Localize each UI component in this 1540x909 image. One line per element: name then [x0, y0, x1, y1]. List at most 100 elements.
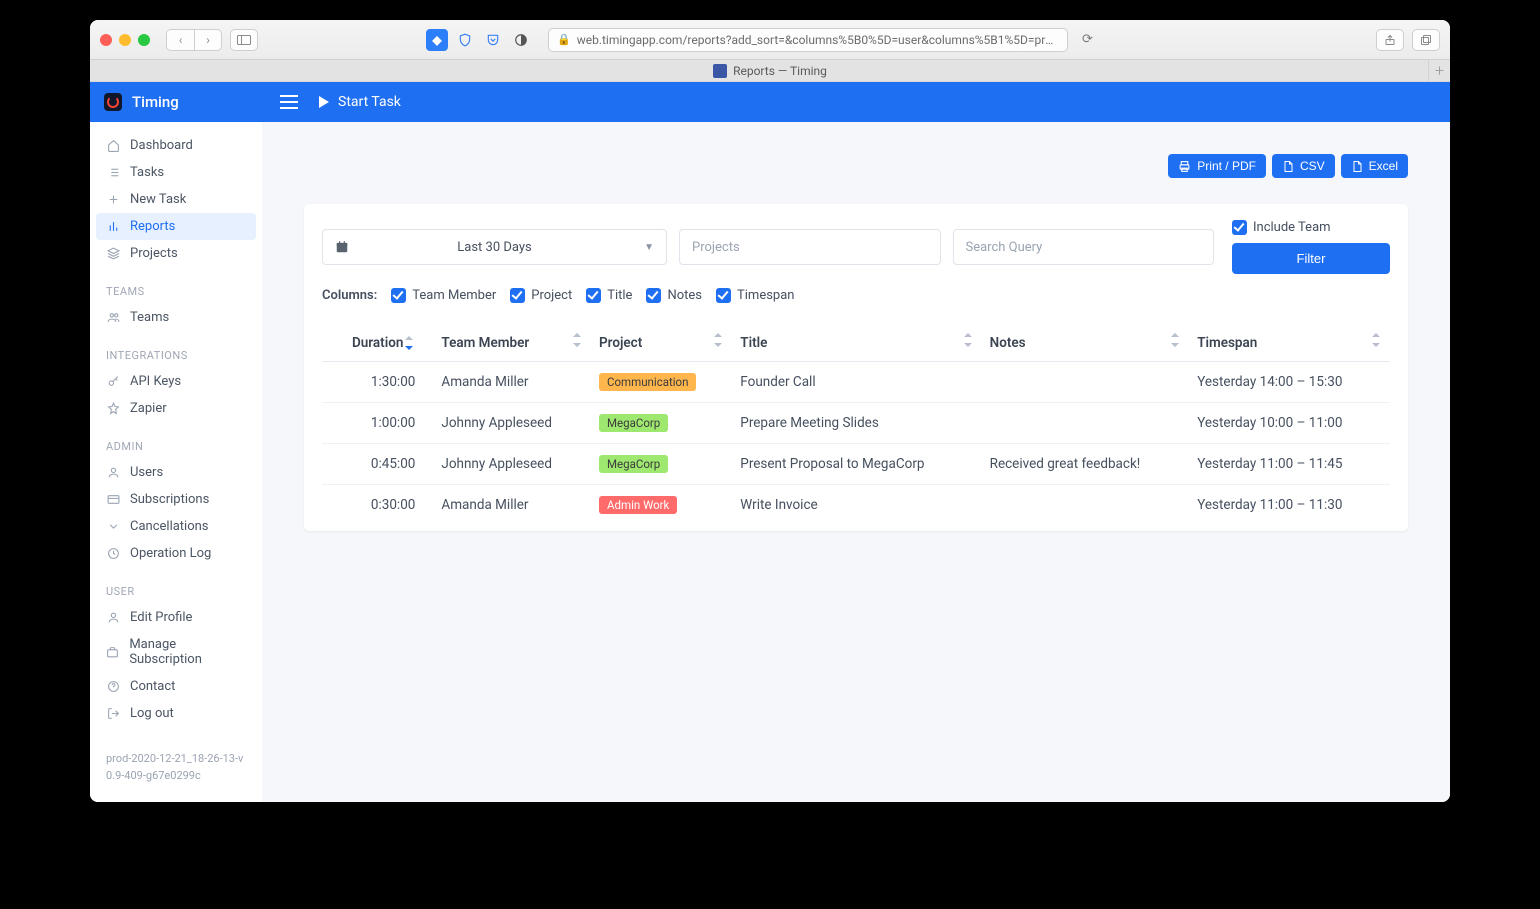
- sidebar-item-tasks[interactable]: Tasks: [90, 159, 262, 186]
- table-row[interactable]: 0:45:00Johnny AppleseedMegaCorpPresent P…: [322, 444, 1390, 485]
- printer-icon: [1178, 160, 1191, 173]
- sidebar-item-subscriptions[interactable]: Subscriptions: [90, 486, 262, 513]
- cell-duration: 1:00:00: [322, 403, 433, 444]
- sidebar-item-label: Zapier: [130, 401, 167, 416]
- excel-button[interactable]: Excel: [1341, 154, 1408, 178]
- share-button[interactable]: [1376, 29, 1404, 51]
- sidebar-item-zapier[interactable]: Zapier: [90, 395, 262, 422]
- search-input-wrap: [953, 229, 1215, 265]
- th-project[interactable]: Project: [591, 325, 732, 362]
- th-title[interactable]: Title: [732, 325, 981, 362]
- th-notes[interactable]: Notes: [982, 325, 1190, 362]
- show-sidebar-button[interactable]: [230, 29, 258, 51]
- sidebar-item-reports[interactable]: Reports: [96, 213, 256, 240]
- sidebar-item-label: Projects: [130, 246, 178, 261]
- sidebar-item-edit-profile[interactable]: Edit Profile: [90, 604, 262, 631]
- sidebar-item-label: Reports: [130, 219, 175, 234]
- th-title-label: Title: [740, 335, 767, 351]
- checkbox-checked-icon: [646, 288, 661, 303]
- sidebar-item-api-keys[interactable]: API Keys: [90, 368, 262, 395]
- brand-name: Timing: [132, 93, 179, 111]
- maximize-window-icon[interactable]: [138, 34, 150, 46]
- csv-button[interactable]: CSV: [1272, 154, 1335, 178]
- cell-timespan: Yesterday 10:00 – 11:00: [1189, 403, 1390, 444]
- col-notes-label: Notes: [667, 288, 702, 303]
- col-timespan-checkbox[interactable]: Timespan: [716, 288, 794, 303]
- address-bar[interactable]: 🔒 web.timingapp.com/reports?add_sort=&co…: [548, 28, 1068, 52]
- sidebar-item-contact[interactable]: Contact: [90, 673, 262, 700]
- sidebar-section-teams: TEAMS: [90, 267, 262, 304]
- sidebar-item-new-task[interactable]: New Task: [90, 186, 262, 213]
- chrome-right-buttons: [1376, 29, 1440, 51]
- col-title-checkbox[interactable]: Title: [586, 288, 632, 303]
- include-team-checkbox[interactable]: Include Team: [1232, 220, 1390, 235]
- sidebar-item-manage-subscription[interactable]: Manage Subscription: [90, 631, 262, 673]
- sort-icon: [714, 335, 724, 345]
- th-timespan[interactable]: Timespan: [1189, 325, 1390, 362]
- close-window-icon[interactable]: [100, 34, 112, 46]
- sidebar-item-label: Tasks: [130, 165, 164, 180]
- th-team-member[interactable]: Team Member: [433, 325, 591, 362]
- address-url: web.timingapp.com/reports?add_sort=&colu…: [577, 33, 1059, 47]
- cell-notes: [982, 362, 1190, 403]
- toolbar-extensions: ◆: [426, 29, 532, 51]
- cell-project: MegaCorp: [591, 444, 732, 485]
- projects-input[interactable]: [692, 240, 928, 255]
- cell-timespan: Yesterday 11:00 – 11:45: [1189, 444, 1390, 485]
- sidebar-item-label: Subscriptions: [130, 492, 209, 507]
- table-row[interactable]: 0:30:00Amanda MillerAdmin WorkWrite Invo…: [322, 485, 1390, 526]
- extension-shield-icon[interactable]: [454, 29, 476, 51]
- sidebar-section-integrations: INTEGRATIONS: [90, 331, 262, 368]
- logout-icon: [106, 707, 120, 720]
- col-project-label: Project: [531, 288, 572, 303]
- key-icon: [106, 375, 120, 388]
- date-range-dropdown[interactable]: Last 30 Days ▼: [322, 229, 667, 265]
- table-row[interactable]: 1:00:00Johnny AppleseedMegaCorpPrepare M…: [322, 403, 1390, 444]
- col-notes-checkbox[interactable]: Notes: [646, 288, 702, 303]
- sort-icon: [1372, 335, 1382, 345]
- build-version: prod-2020-12-21_18-26-13-v0.9-409-g67e02…: [90, 737, 262, 802]
- menu-toggle-icon[interactable]: [280, 95, 298, 109]
- start-task-button[interactable]: Start Task: [318, 94, 401, 110]
- extension-pocket-icon[interactable]: [482, 29, 504, 51]
- sort-icon: [1171, 335, 1181, 345]
- sidebar-item-dashboard[interactable]: Dashboard: [90, 132, 262, 159]
- csv-label: CSV: [1300, 159, 1325, 173]
- col-project-checkbox[interactable]: Project: [510, 288, 572, 303]
- search-input[interactable]: [966, 240, 1202, 255]
- col-title-label: Title: [607, 288, 632, 303]
- brand-logo-icon: [104, 93, 122, 111]
- sidebar-item-users[interactable]: Users: [90, 459, 262, 486]
- extension-icon-1[interactable]: ◆: [426, 29, 448, 51]
- print-pdf-label: Print / PDF: [1197, 159, 1256, 173]
- sidebar-item-label: Operation Log: [130, 546, 211, 561]
- main: Start Task Print / PDF CSV Excel: [262, 82, 1450, 802]
- reload-button[interactable]: ⟳: [1082, 32, 1093, 47]
- cell-team-member: Johnny Appleseed: [433, 403, 591, 444]
- sort-icon: [964, 335, 974, 345]
- start-task-label: Start Task: [338, 94, 401, 110]
- content: Print / PDF CSV Excel: [262, 122, 1450, 581]
- briefcase-icon: [106, 646, 119, 659]
- sidebar-item-operation-log[interactable]: Operation Log: [90, 540, 262, 567]
- excel-label: Excel: [1369, 159, 1398, 173]
- minimize-window-icon[interactable]: [119, 34, 131, 46]
- nav-forward-button[interactable]: ›: [194, 29, 222, 51]
- table-row[interactable]: 1:30:00Amanda MillerCommunicationFounder…: [322, 362, 1390, 403]
- col-team-member-checkbox[interactable]: Team Member: [391, 288, 496, 303]
- tabs-overview-button[interactable]: [1412, 29, 1440, 51]
- browser-tab-bar: Reports — Timing +: [90, 60, 1450, 82]
- extension-contrast-icon[interactable]: [510, 29, 532, 51]
- th-duration[interactable]: Duration: [322, 325, 433, 362]
- sidebar-item-log-out[interactable]: Log out: [90, 700, 262, 727]
- checkbox-checked-icon: [510, 288, 525, 303]
- sort-icon: [573, 335, 583, 345]
- nav-back-button[interactable]: ‹: [166, 29, 194, 51]
- clock-icon: [106, 547, 120, 560]
- sidebar-item-projects[interactable]: Projects: [90, 240, 262, 267]
- sidebar-item-teams[interactable]: Teams: [90, 304, 262, 331]
- sidebar-item-cancellations[interactable]: Cancellations: [90, 513, 262, 540]
- filter-button[interactable]: Filter: [1232, 243, 1390, 274]
- new-tab-button[interactable]: +: [1428, 60, 1450, 81]
- print-pdf-button[interactable]: Print / PDF: [1168, 154, 1266, 178]
